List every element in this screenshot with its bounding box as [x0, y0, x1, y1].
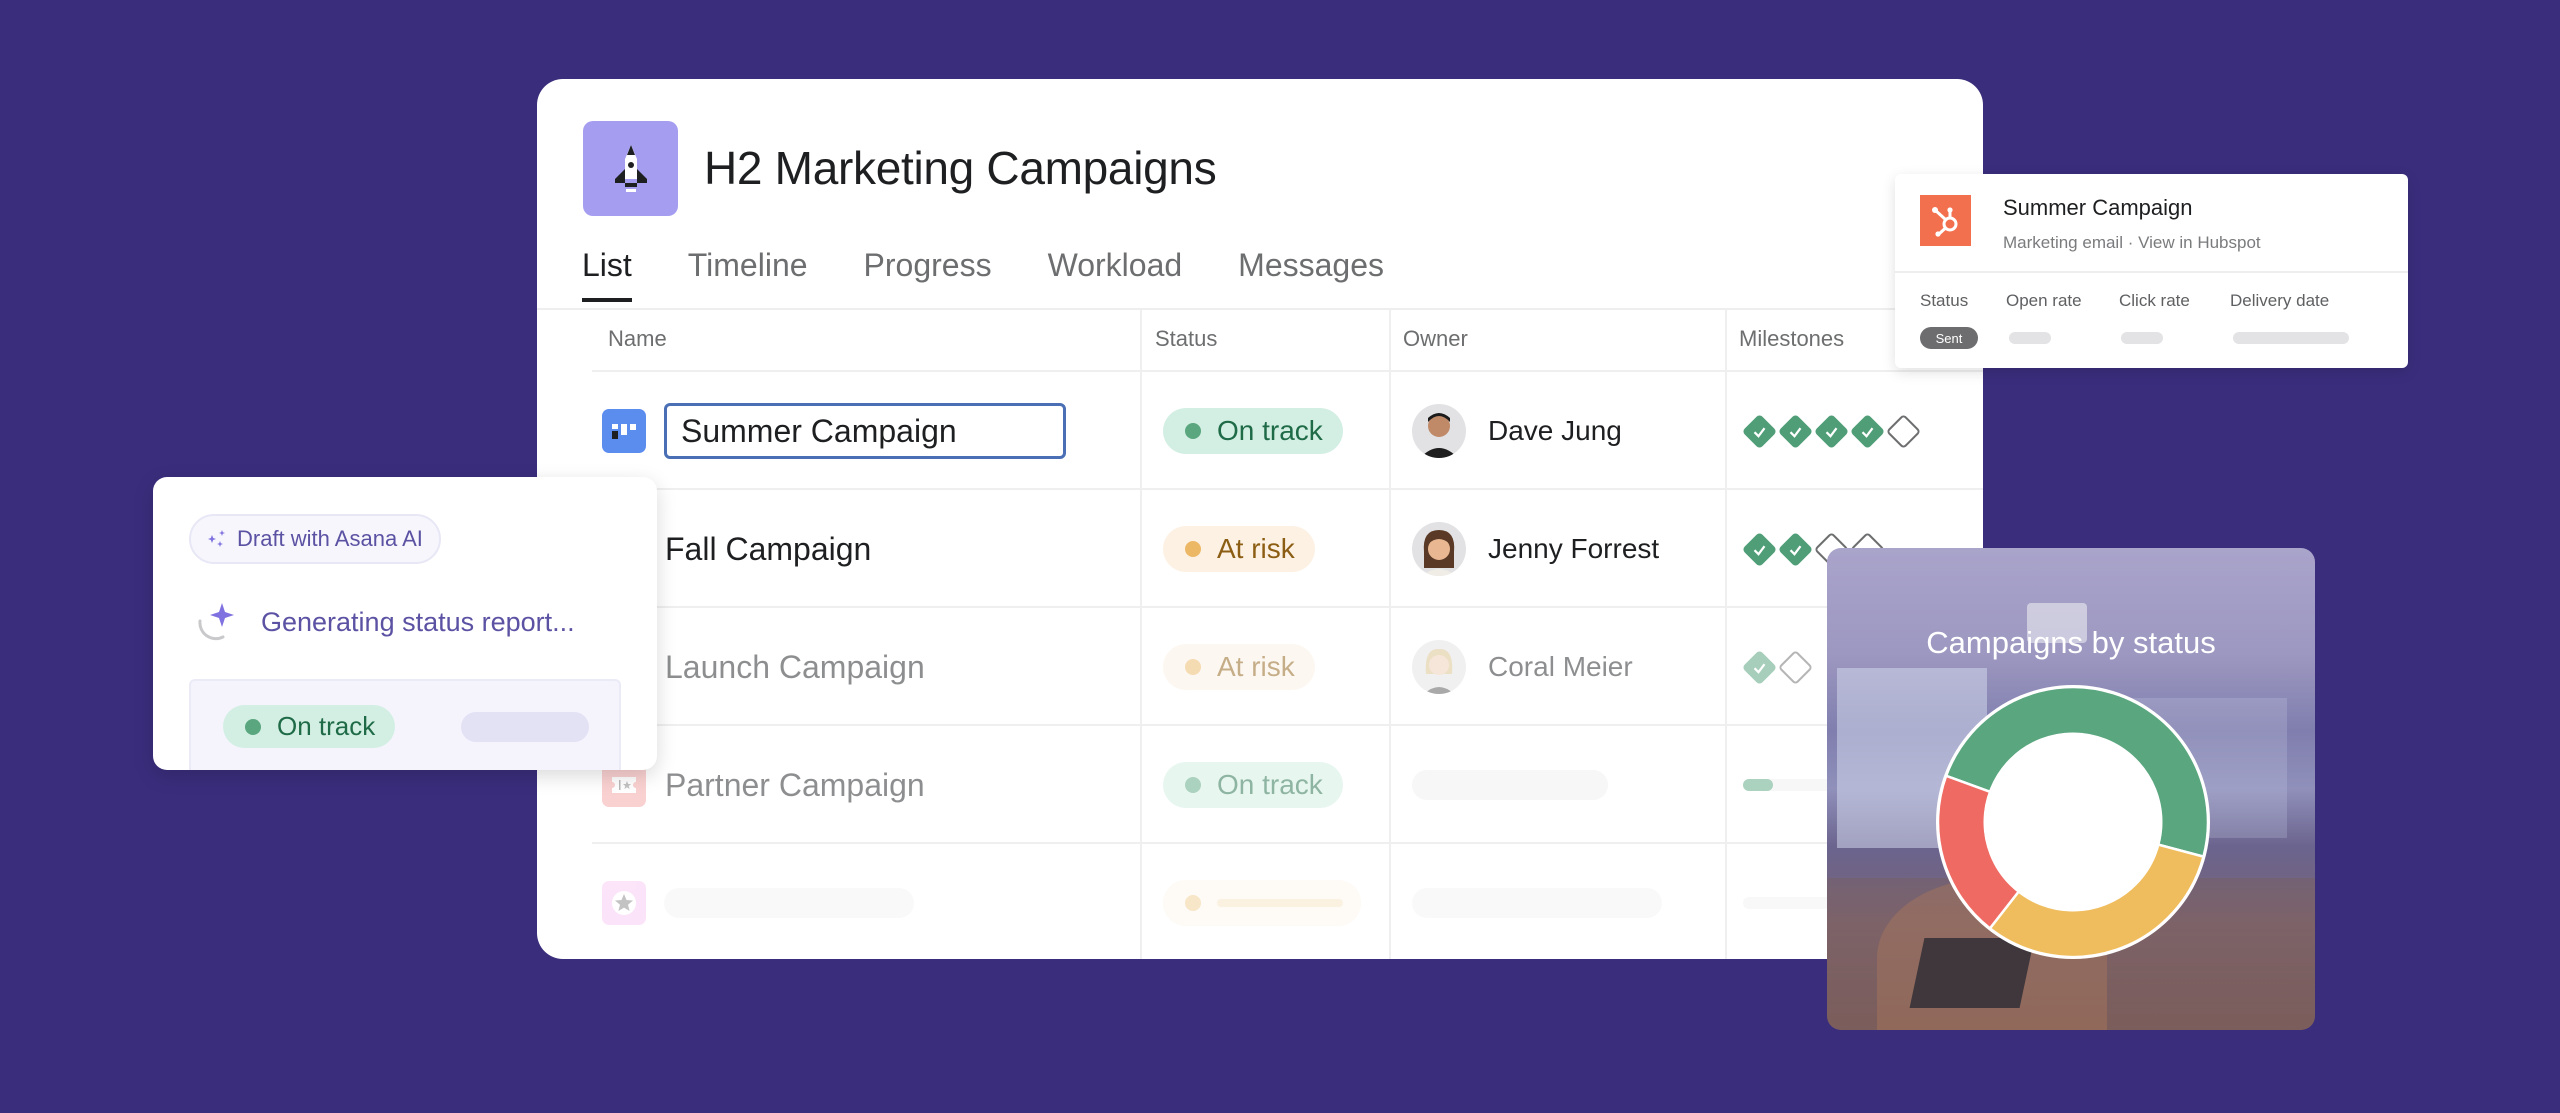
status-label: At risk [1217, 533, 1295, 564]
name-placeholder [664, 888, 914, 918]
hubspot-logo [1920, 195, 1971, 246]
click-rate-placeholder [2121, 332, 2163, 344]
chart-center-value: 35 [2037, 780, 2108, 852]
milestones [1741, 413, 1922, 449]
delivery-date-placeholder [2233, 332, 2349, 344]
status-dot [1185, 659, 1201, 675]
status-badge[interactable]: At risk [1163, 526, 1315, 572]
rocket-icon [614, 144, 647, 192]
divider [1895, 271, 2408, 273]
table-row[interactable]: Launch Campaign At risk Coral Meier [537, 608, 1983, 726]
owner-placeholder [1412, 770, 1608, 800]
tab-progress[interactable]: Progress [864, 247, 992, 302]
table-row[interactable]: Partner Campaign On track [537, 726, 1983, 844]
task-name[interactable]: Launch Campaign [665, 649, 925, 686]
milestone-progress-fill [1743, 779, 1773, 791]
tab-workload[interactable]: Workload [1048, 247, 1183, 302]
board-icon [602, 409, 646, 453]
column-header-milestones[interactable]: Milestones [1739, 326, 1844, 352]
sparkles-icon [208, 530, 225, 547]
milestone-complete-icon[interactable] [1777, 531, 1814, 567]
status-label: On track [1217, 415, 1323, 446]
ai-status-badge: On track [223, 705, 396, 748]
milestone-complete-icon[interactable] [1741, 413, 1778, 449]
owner-name: Dave Jung [1488, 415, 1622, 446]
star-icon [602, 881, 646, 925]
task-name[interactable]: Fall Campaign [665, 531, 871, 568]
milestones [1741, 649, 1814, 685]
status-placeholder [1217, 899, 1343, 907]
campaigns-chart-card: Campaigns by status 35 [1827, 548, 2315, 1030]
status-badge[interactable] [1163, 880, 1361, 926]
table-row[interactable]: Fall Campaign At risk Jenny Forrest [537, 490, 1983, 608]
milestone-complete-icon[interactable] [1741, 649, 1778, 685]
hubspot-card[interactable]: Summer Campaign Marketing email · View i… [1895, 174, 2408, 368]
milestone-incomplete-icon[interactable] [1885, 413, 1922, 449]
status-label: On track [1217, 769, 1323, 800]
draft-with-ai-button[interactable]: Draft with Asana AI [189, 514, 441, 564]
tab-messages[interactable]: Messages [1238, 247, 1384, 302]
column-header-owner[interactable]: Owner [1403, 326, 1468, 352]
page-title: H2 Marketing Campaigns [704, 142, 1217, 194]
owner-name: Coral Meier [1488, 651, 1633, 682]
task-name-input[interactable]: Summer Campaign [664, 403, 1066, 459]
avatar[interactable] [1412, 640, 1466, 694]
status-label: At risk [1217, 651, 1295, 682]
hubspot-icon [1931, 206, 1957, 237]
milestone-complete-icon[interactable] [1813, 413, 1850, 449]
status-dot [245, 718, 261, 735]
hubspot-campaign-title: Summer Campaign [2003, 195, 2193, 220]
tabs-divider [537, 308, 1983, 310]
tab-timeline[interactable]: Timeline [688, 247, 808, 302]
open-rate-placeholder [2009, 332, 2051, 344]
milestone-complete-icon[interactable] [1777, 413, 1814, 449]
tab-list[interactable]: List [582, 247, 632, 302]
hubspot-subtitle-link[interactable]: Marketing email · View in Hubspot [2003, 233, 2261, 253]
owner-name: Jenny Forrest [1488, 533, 1660, 564]
milestone-incomplete-icon[interactable] [1777, 649, 1814, 685]
hubspot-col-click-rate: Click rate [2119, 291, 2190, 310]
status-dot [1185, 895, 1201, 911]
status-report-preview: On track [189, 679, 621, 770]
generating-indicator: Generating status report... [193, 599, 575, 645]
status-badge[interactable]: At risk [1163, 644, 1315, 690]
task-name[interactable]: Partner Campaign [665, 767, 925, 804]
column-header-name[interactable]: Name [608, 326, 667, 352]
hubspot-col-status: Status [1920, 291, 1969, 310]
status-badge[interactable]: On track [1163, 408, 1343, 454]
text-placeholder [461, 712, 589, 742]
draft-with-ai-label: Draft with Asana AI [237, 526, 423, 551]
avatar[interactable] [1412, 522, 1466, 576]
hubspot-col-delivery-date: Delivery date [2230, 291, 2330, 310]
donut-chart: 35 [1936, 685, 2210, 959]
loading-sparkle-icon [198, 603, 234, 641]
generating-text: Generating status report... [261, 606, 575, 637]
project-card: H2 Marketing Campaigns List Timeline Pro… [537, 79, 1983, 959]
project-icon [583, 121, 678, 216]
status-dot [1185, 423, 1201, 439]
status-dot [1185, 777, 1201, 793]
avatar[interactable] [1412, 404, 1466, 458]
hubspot-col-open-rate: Open rate [2006, 291, 2082, 310]
table-row[interactable] [537, 844, 1983, 959]
owner-placeholder [1412, 888, 1662, 918]
sent-badge: Sent [1920, 327, 1978, 349]
table-row[interactable]: Summer Campaign On track Dave Jung [537, 372, 1983, 490]
status-dot [1185, 541, 1201, 557]
column-header-status[interactable]: Status [1155, 326, 1217, 352]
status-label: On track [277, 711, 376, 741]
milestone-complete-icon[interactable] [1849, 413, 1886, 449]
milestone-complete-icon[interactable] [1741, 531, 1778, 567]
tab-bar: List Timeline Progress Workload Messages [582, 247, 1440, 302]
ai-status-card: Draft with Asana AI Generating status re… [153, 477, 657, 770]
status-badge[interactable]: On track [1163, 762, 1343, 808]
